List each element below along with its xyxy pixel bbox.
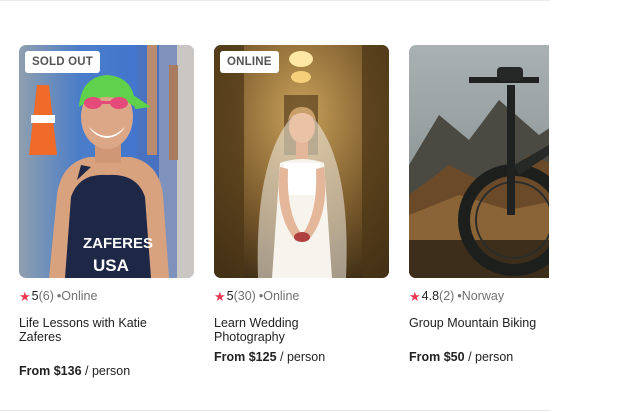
price-row: From $136 / person: [19, 364, 130, 378]
price-unit: / person: [85, 364, 131, 378]
experience-title[interactable]: Learn Wedding Photography: [214, 316, 364, 344]
star-icon: ★: [409, 288, 421, 304]
experience-title[interactable]: Life Lessons with Katie Zaferes: [19, 316, 169, 344]
experience-card[interactable]: ZAFERES USA SOLD OUT ★ 5 (6) •Online Lif…: [19, 45, 194, 378]
experience-card[interactable]: ★ 4.8 (2) •Norway Group Mountain Biking …: [409, 45, 549, 364]
location-label: •Online: [258, 289, 300, 303]
experience-title[interactable]: Group Mountain Biking: [409, 316, 549, 330]
review-count: (2): [439, 289, 455, 303]
card-image[interactable]: ONLINE: [214, 45, 389, 278]
price-unit: / person: [280, 350, 326, 364]
price-value: From $50: [409, 350, 465, 364]
card-image[interactable]: [409, 45, 549, 278]
svg-text:USA: USA: [93, 256, 129, 275]
price-row: From $50 / person: [409, 350, 513, 364]
price-row: From $125 / person: [214, 350, 325, 364]
review-count: (6): [38, 289, 54, 303]
experience-carousel: ZAFERES USA SOLD OUT ★ 5 (6) •Online Lif…: [0, 0, 549, 413]
review-count: (30): [233, 289, 256, 303]
location-label: •Norway: [457, 289, 505, 303]
rating-value: 5: [31, 289, 39, 303]
price-value: From $136: [19, 364, 82, 378]
experience-card[interactable]: ONLINE ★ 5 (30) •Online Learn Wedding Ph…: [214, 45, 389, 364]
rating-value: 4.8: [421, 289, 440, 303]
location-label: •Online: [56, 289, 98, 303]
sold-out-badge: SOLD OUT: [25, 51, 101, 73]
rating-row: ★ 4.8 (2) •Norway: [409, 288, 549, 304]
rating-row: ★ 5 (6) •Online: [19, 288, 194, 304]
bride-photo-icon: [214, 45, 389, 278]
online-badge: ONLINE: [220, 51, 279, 73]
card-image[interactable]: ZAFERES USA SOLD OUT: [19, 45, 194, 278]
price-unit: / person: [468, 350, 514, 364]
mountain-bike-photo-icon: [409, 45, 549, 278]
star-icon: ★: [19, 288, 31, 304]
rating-value: 5: [226, 289, 234, 303]
athlete-photo-icon: ZAFERES USA: [19, 45, 194, 278]
svg-text:ZAFERES: ZAFERES: [83, 235, 153, 252]
star-icon: ★: [214, 288, 226, 304]
price-value: From $125: [214, 350, 277, 364]
rating-row: ★ 5 (30) •Online: [214, 288, 389, 304]
bottom-divider: [0, 410, 550, 411]
